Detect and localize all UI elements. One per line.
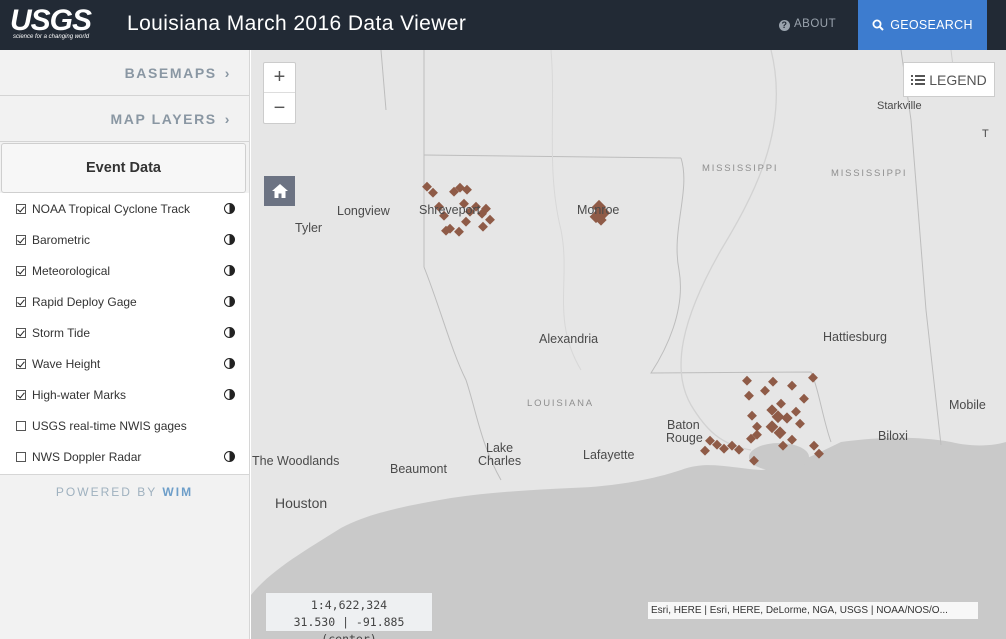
chevron-right-icon: › [224,64,231,81]
search-icon [872,19,884,31]
basemaps-label: BASEMAPS [124,64,217,81]
layer-item[interactable]: Rapid Deploy Gage [0,286,249,317]
powered-by: POWERED BY WIM [0,485,249,499]
place-label: Charles [478,454,522,468]
map-layers-toggle[interactable]: MAP LAYERS › [0,96,249,142]
app-header: USGS science for a changing world Louisi… [0,0,1006,50]
layer-label: Meteorological [32,263,111,278]
opacity-icon[interactable] [224,358,235,369]
basemaps-toggle[interactable]: BASEMAPS › [0,50,249,96]
opacity-icon[interactable] [224,234,235,245]
place-label: Beaumont [390,462,447,476]
layer-checkbox[interactable] [16,265,26,276]
map-attribution[interactable]: Esri, HERE | Esri, HERE, DeLorme, NGA, U… [648,602,978,619]
legend-button[interactable]: LEGEND [903,62,995,97]
center-coordinates: 31.530 | -91.885 (center) [293,615,405,639]
layer-item[interactable]: Meteorological [0,255,249,286]
opacity-icon[interactable] [224,451,235,462]
place-label: Lake [486,441,514,455]
opacity-icon[interactable] [224,389,235,400]
place-label: Shreveport [419,203,481,217]
layer-label: USGS real-time NWIS gages [32,418,187,433]
layer-item[interactable]: Storm Tide [0,317,249,348]
usgs-logo-text: USGS [10,4,92,37]
sidebar: BASEMAPS › MAP LAYERS › Event Data NOAA Tr… [0,50,250,639]
layer-label: Rapid Deploy Gage [32,294,137,309]
state-boundary [380,50,387,111]
usgs-logo-tagline: science for a changing world [13,34,90,40]
layer-item[interactable]: NOAA Tropical Cyclone Track [0,193,249,224]
scale-coordinates-readout: 1:4,622,324 31.530 | -91.885 (center) [265,592,433,639]
state-label: MISSISSIPPI [831,168,908,179]
layer-label: NWS Doppler Radar [32,449,142,464]
layer-item[interactable]: NWS Doppler Radar [0,441,249,472]
layer-label: Barometric [32,232,91,247]
legend-label: LEGEND [929,71,987,88]
powered-by-prefix: POWERED BY [55,485,158,499]
opacity-icon[interactable] [224,203,235,214]
place-label: Rouge [666,431,703,445]
place-label: Monroe [577,203,620,217]
layer-label: Wave Height [32,356,101,371]
layer-item[interactable]: Barometric [0,224,249,255]
zoom-in-button[interactable]: + [264,63,295,93]
place-label: Biloxi [878,429,908,443]
geosearch-button[interactable]: GEOSEARCH [858,0,987,50]
layer-checkbox[interactable] [16,296,26,307]
layer-checkbox[interactable] [16,451,26,462]
place-label: Alexandria [539,332,599,346]
zoom-control: + − [263,62,296,124]
layer-item[interactable]: High-water Marks [0,379,249,410]
layer-checkbox[interactable] [16,420,26,431]
zoom-out-button[interactable]: − [264,93,295,123]
layer-checkbox[interactable] [16,234,26,245]
layer-checkbox[interactable] [16,389,26,400]
opacity-icon[interactable] [224,327,235,338]
state-label: MISSISSIPPI [702,163,779,174]
powered-by-brand[interactable]: WIM [162,485,193,499]
place-label: T [982,128,989,140]
opacity-icon[interactable] [224,265,235,276]
place-label: Houston [275,495,328,511]
opacity-icon[interactable] [224,296,235,307]
layer-list: NOAA Tropical Cyclone Track Barometric M… [0,193,249,475]
map-view[interactable]: + − LEGEND Starkville Longview Tyler Shr… [251,50,1006,639]
layer-checkbox[interactable] [16,358,26,369]
geosearch-label: GEOSEARCH [890,18,973,32]
place-label: Baton [667,418,700,432]
layer-item[interactable]: USGS real-time NWIS gages [0,410,249,441]
question-icon: ? [779,20,790,31]
chevron-right-icon: › [224,110,231,127]
map-layers-label: MAP LAYERS [110,110,217,127]
layer-checkbox[interactable] [16,327,26,338]
lake-pontchartrain [749,443,809,471]
layer-checkbox[interactable] [16,203,26,214]
state-label: LOUISIANA [527,398,594,409]
place-label: Lafayette [583,448,635,462]
home-extent-button[interactable] [264,176,295,206]
layer-item[interactable]: Wave Height [0,348,249,379]
scale-text: 1:4,622,324 [310,598,388,612]
page-title: Louisiana March 2016 Data Viewer [127,12,467,35]
layer-label: NOAA Tropical Cyclone Track [32,201,191,216]
usgs-logo[interactable]: USGS science for a changing world [10,4,102,43]
basemap [251,50,1006,639]
event-data-label: Event Data [86,160,161,176]
layer-label: High-water Marks [32,387,127,402]
place-label: Longview [337,204,390,218]
event-data-header[interactable]: Event Data [1,143,246,193]
layer-label: Storm Tide [32,325,91,340]
place-label: The Woodlands [252,454,340,468]
place-label: Hattiesburg [823,330,887,344]
list-icon [911,74,926,85]
place-label: Mobile [949,398,986,412]
home-icon [271,184,288,198]
about-button[interactable]: ? ABOUT [779,18,836,31]
place-label: Starkville [877,100,922,112]
about-label: ABOUT [794,18,837,30]
place-label: Tyler [295,221,323,235]
